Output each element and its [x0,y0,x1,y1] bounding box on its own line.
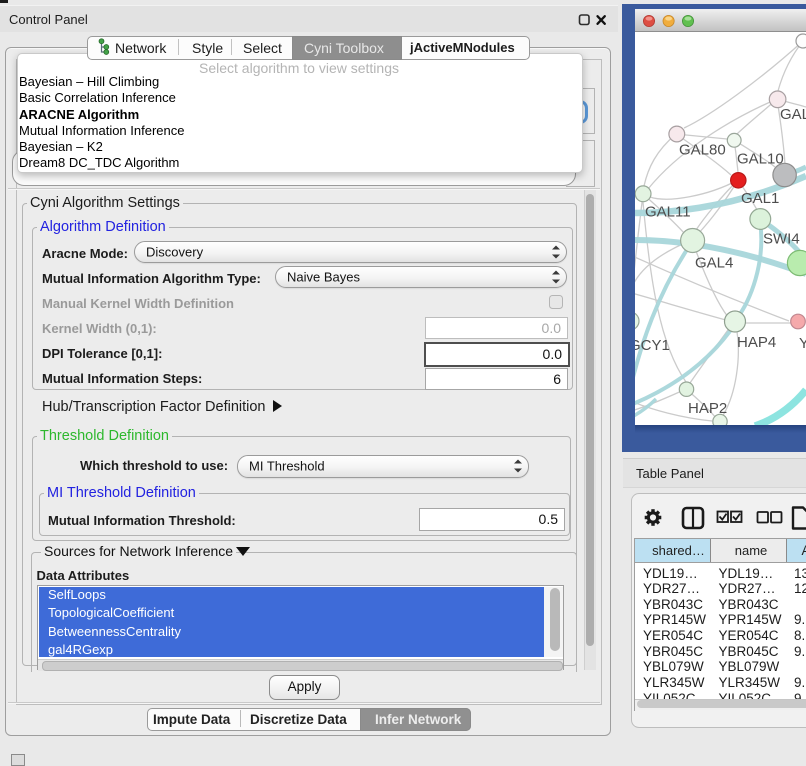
svg-text:YL: YL [799,335,806,352]
svg-text:SWI4: SWI4 [763,231,800,248]
svg-text:GAL7: GAL7 [780,106,806,123]
svg-text:GCY1: GCY1 [635,337,670,354]
svg-text:GAL1: GAL1 [741,190,779,207]
svg-text:HAP4: HAP4 [737,334,776,351]
svg-text:GAL80: GAL80 [679,142,726,159]
svg-text:GAL10: GAL10 [737,151,784,168]
svg-text:HAP2: HAP2 [688,400,727,417]
svg-text:GAL4: GAL4 [695,255,733,272]
svg-text:GAL11: GAL11 [645,204,691,221]
